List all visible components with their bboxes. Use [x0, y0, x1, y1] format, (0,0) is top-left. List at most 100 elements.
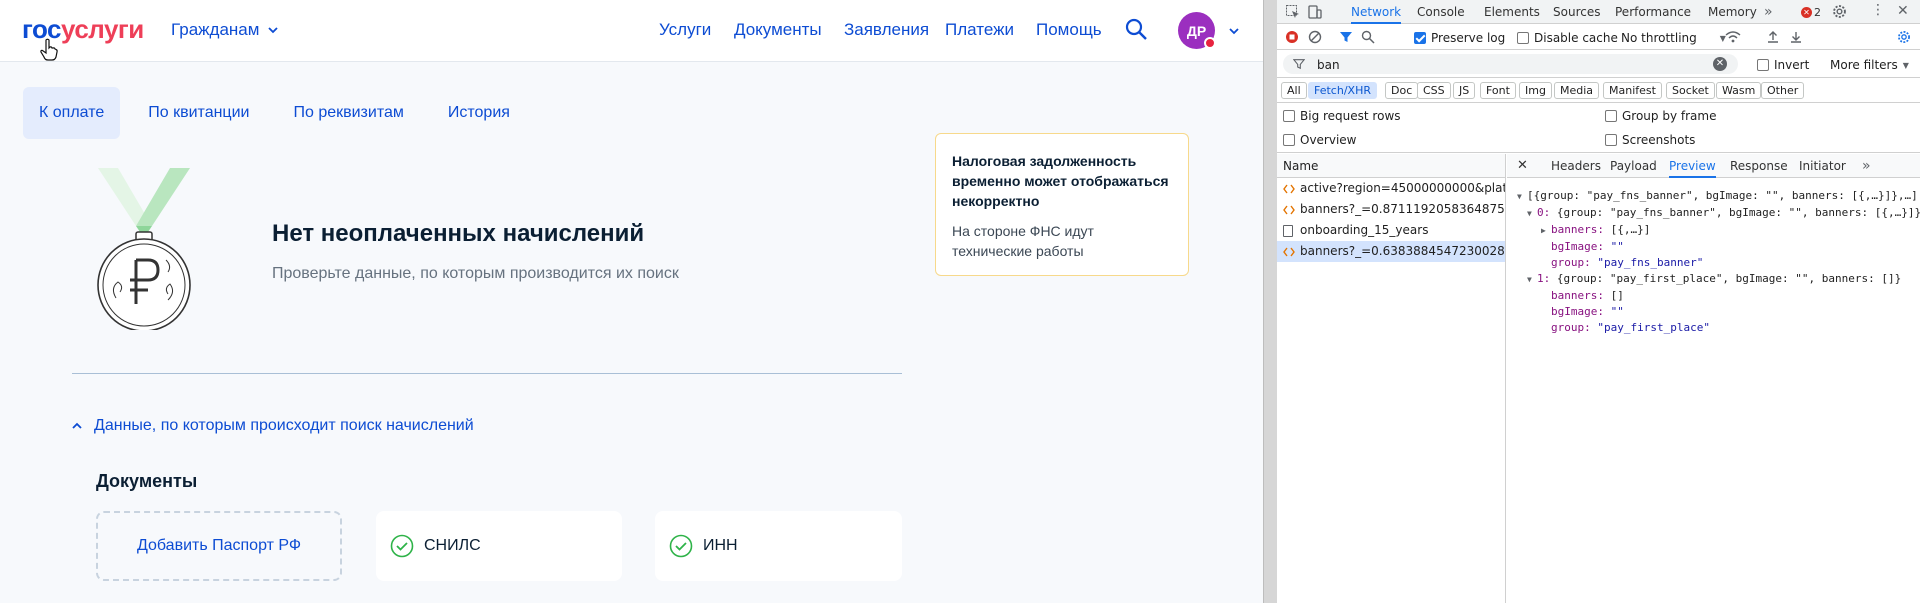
network-conditions-icon[interactable]: [1725, 30, 1741, 44]
json-line[interactable]: ▼ 1: {group: "pay_first_place", bgImage: …: [1517, 271, 1920, 288]
more-filters-dropdown[interactable]: More filters ▼: [1830, 58, 1909, 72]
json-line[interactable]: ▼ 0: {group: "pay_fns_banner", bgImage: "…: [1517, 205, 1920, 222]
nav-services[interactable]: Услуги: [659, 20, 711, 40]
json-line[interactable]: ▼ [{group: "pay_fns_banner", bgImage: "",…: [1517, 188, 1920, 205]
request-row[interactable]: banners?_=0.8711192058364875&g...: [1277, 199, 1505, 220]
chevron-down-icon[interactable]: [1227, 24, 1241, 38]
screenshots-checkbox[interactable]: Screenshots: [1605, 133, 1695, 147]
list-header-name[interactable]: Name: [1277, 154, 1505, 178]
big-rows-checkbox[interactable]: Big request rows: [1283, 109, 1401, 123]
doc-card-inn[interactable]: ИНН: [655, 511, 902, 581]
detail-tabbar: ✕ Headers Payload Preview Response Initi…: [1507, 154, 1920, 178]
type-filter-wasm[interactable]: Wasm: [1716, 82, 1762, 99]
json-key: group:: [1551, 321, 1591, 334]
tab-by-requisites[interactable]: По реквизитам: [277, 87, 419, 139]
clear-filter-icon[interactable]: ✕: [1713, 57, 1727, 71]
divider: [72, 373, 902, 374]
add-passport-button[interactable]: Добавить Паспорт РФ: [96, 511, 342, 581]
kebab-menu-icon[interactable]: ⋮: [1871, 2, 1885, 18]
expanded-triangle-icon: ▼: [1517, 192, 1522, 201]
filter-icon[interactable]: [1339, 30, 1353, 44]
tab-payload[interactable]: Payload: [1610, 154, 1657, 178]
request-row-selected[interactable]: banners?_=0.6383884547230028&g...: [1277, 241, 1505, 262]
settings-gear-icon[interactable]: [1832, 4, 1847, 19]
overview-checkbox[interactable]: Overview: [1283, 133, 1357, 147]
close-detail-icon[interactable]: ✕: [1517, 154, 1528, 178]
type-filter-js[interactable]: JS: [1453, 82, 1476, 99]
search-icon[interactable]: [1361, 30, 1375, 44]
tab-memory[interactable]: Memory: [1708, 0, 1757, 24]
more-detail-tabs-icon[interactable]: »: [1862, 154, 1871, 178]
json-value: "": [1603, 305, 1624, 318]
filter-input[interactable]: ban ✕: [1283, 54, 1738, 74]
type-filter-font[interactable]: Font: [1480, 82, 1516, 99]
throttling-value: No throttling: [1621, 31, 1697, 45]
preserve-log-checkbox[interactable]: Preserve log: [1414, 31, 1505, 45]
json-key: 1:: [1537, 272, 1551, 285]
type-filter-manifest[interactable]: Manifest: [1603, 82, 1662, 99]
nav-documents[interactable]: Документы: [734, 20, 822, 40]
invert-checkbox[interactable]: Invert: [1757, 58, 1809, 72]
request-row[interactable]: onboarding_15_years: [1277, 220, 1505, 241]
filter-bar: ban ✕ Invert More filters ▼: [1277, 51, 1920, 78]
network-settings-gear-icon[interactable]: [1897, 30, 1911, 44]
tab-network[interactable]: Network: [1351, 0, 1402, 24]
throttling-select[interactable]: No throttling ▼: [1621, 31, 1726, 45]
notification-dot: [1204, 37, 1216, 49]
clear-icon[interactable]: [1308, 30, 1322, 44]
error-count-badge[interactable]: ✕ 2: [1801, 6, 1821, 19]
error-icon: ✕: [1801, 7, 1812, 18]
record-stop-icon[interactable]: [1285, 30, 1299, 44]
json-value: {group: "pay_first_place", bgImage: "", …: [1550, 272, 1902, 285]
disable-cache-checkbox[interactable]: Disable cache: [1517, 31, 1618, 45]
tab-preview[interactable]: Preview: [1669, 154, 1716, 178]
tab-initiator[interactable]: Initiator: [1799, 154, 1846, 178]
nav-help[interactable]: Помощь: [1036, 20, 1102, 40]
type-filter-other[interactable]: Other: [1761, 82, 1805, 99]
type-filter-media[interactable]: Media: [1554, 82, 1600, 99]
type-filter-doc[interactable]: Doc: [1385, 82, 1419, 99]
xhr-icon: [1283, 247, 1295, 256]
tab-history[interactable]: История: [432, 87, 526, 139]
tab-by-receipt[interactable]: По квитанции: [132, 87, 265, 139]
search-data-toggle[interactable]: Данные, по которым происходит поиск начи…: [70, 417, 474, 435]
nav-applications[interactable]: Заявления: [844, 20, 929, 40]
tab-response[interactable]: Response: [1730, 154, 1788, 178]
json-line: group: "pay_first_place": [1517, 320, 1920, 336]
type-filter-socket[interactable]: Socket: [1666, 82, 1715, 99]
json-line: group: "pay_fns_banner": [1517, 255, 1920, 271]
json-root: [{group: "pay_fns_banner", bgImage: "", …: [1527, 189, 1918, 202]
doc-card-snils[interactable]: СНИЛС: [376, 511, 622, 581]
tab-performance[interactable]: Performance: [1615, 0, 1691, 24]
json-value: "pay_first_place": [1590, 321, 1710, 334]
network-toolbar: Preserve log Disable cache No throttling…: [1277, 25, 1920, 50]
tab-headers[interactable]: Headers: [1551, 154, 1601, 178]
group-by-frame-checkbox[interactable]: Group by frame: [1605, 109, 1716, 123]
screenshots-label: Screenshots: [1622, 133, 1696, 147]
export-har-icon[interactable]: [1789, 30, 1803, 44]
inspect-icon[interactable]: [1285, 4, 1301, 20]
json-line[interactable]: ▶ banners: [{,…}]: [1517, 222, 1920, 239]
nav-payments[interactable]: Платежи: [945, 20, 1014, 40]
json-value: "": [1603, 240, 1624, 253]
search-icon[interactable]: [1124, 17, 1148, 41]
device-toggle-icon[interactable]: [1307, 4, 1323, 20]
close-icon[interactable]: ✕: [1897, 3, 1909, 19]
type-filter-all[interactable]: All: [1281, 82, 1307, 99]
import-har-icon[interactable]: [1766, 30, 1780, 44]
json-key: banners:: [1551, 223, 1604, 236]
avatar-initials: ДР: [1186, 22, 1207, 39]
request-row[interactable]: active?region=45000000000&platfo...: [1277, 178, 1505, 199]
tab-console[interactable]: Console: [1417, 0, 1465, 24]
type-filter-img[interactable]: Img: [1519, 82, 1552, 99]
tab-sources[interactable]: Sources: [1553, 0, 1600, 24]
type-filter-css[interactable]: CSS: [1417, 82, 1451, 99]
tab-to-pay[interactable]: К оплате: [23, 87, 121, 139]
json-value: {group: "pay_fns_banner", bgImage: "", b…: [1550, 206, 1920, 219]
page-subtitle: Проверьте данные, по которым производитс…: [272, 265, 679, 282]
citizen-menu[interactable]: Гражданам: [171, 20, 279, 40]
panel-divider[interactable]: [1263, 0, 1277, 603]
type-filter-fetch-xhr[interactable]: Fetch/XHR: [1308, 82, 1377, 99]
tab-elements[interactable]: Elements: [1484, 0, 1540, 24]
more-tabs-icon[interactable]: »: [1764, 0, 1773, 24]
